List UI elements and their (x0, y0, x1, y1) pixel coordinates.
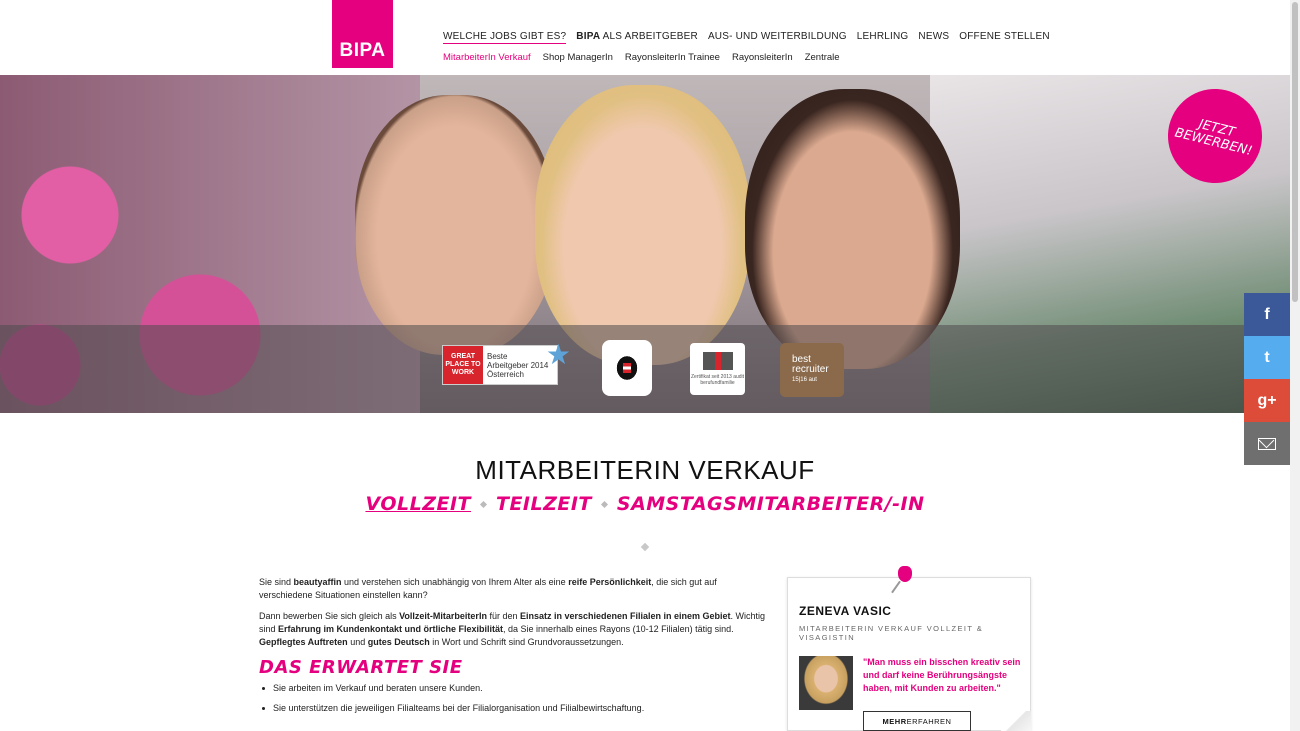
subnav-item-verkauf[interactable]: MitarbeiterIn Verkauf (443, 52, 531, 63)
sub-nav: MitarbeiterIn Verkauf Shop ManagerIn Ray… (443, 52, 840, 63)
nav-label: WELCHE JOBS GIBT ES? (443, 31, 567, 42)
nav-item-offene-stellen[interactable]: OFFENE STELLEN (959, 31, 1050, 44)
text: und (347, 637, 368, 647)
twitter-share-button[interactable]: t (1244, 336, 1290, 379)
beruf-familie-caption: Zertifikat seit 2013 audit berufundfamil… (690, 374, 745, 386)
tab-samstagsmitarbeiter[interactable]: SAMSTAGSMITARBEITER/-IN (617, 493, 925, 515)
subnav-item-rayonsleiter-trainee[interactable]: RayonsleiterIn Trainee (625, 52, 720, 63)
recruiter-line3: 15|16 aut (792, 377, 817, 383)
section-heading: DAS ERWARTET SIE (259, 657, 463, 678)
recruiter-line2: recruiter (792, 364, 829, 375)
intro-paragraph: Sie sind beautyaffin und verstehen sich … (259, 576, 769, 602)
award-best-recruiter: best recruiter 15|16 aut (780, 343, 844, 397)
testimonial-role: MITARBEITERIN VERKAUF VOLLZEIT & VISAGIS… (799, 624, 984, 642)
hero-image: JETZT BEWERBEN! GREAT PLACE TO WORK Best… (0, 75, 1290, 413)
google-plus-share-button[interactable]: g+ (1244, 379, 1290, 422)
nav-label: ALS ARBEITGEBER (600, 31, 698, 42)
testimonial-photo (799, 656, 853, 710)
tab-separator (479, 500, 488, 508)
beruf-familie-logo-icon (702, 352, 733, 370)
subnav-item-shop-manager[interactable]: Shop ManagerIn (543, 52, 613, 63)
duties-list: Sie arbeiten im Verkauf und beraten unse… (259, 682, 769, 715)
text: für den (486, 611, 520, 621)
section-divider (640, 542, 650, 552)
nav-label: AUS- UND WEITERBILDUNG (707, 31, 847, 42)
star-icon: ★ (545, 339, 571, 370)
text: Sie sind (259, 577, 294, 587)
gptw-logo: GREAT PLACE TO WORK (443, 346, 483, 384)
scrollbar-thumb[interactable] (1292, 2, 1298, 302)
text-bold: gutes Deutsch (367, 637, 430, 647)
nav-item-lehrling[interactable]: LEHRLING (857, 31, 909, 44)
text-bold: Einsatz in verschiedenen Filialen in ein… (519, 611, 731, 621)
nav-item-weiterbildung[interactable]: AUS- UND WEITERBILDUNG (708, 31, 847, 44)
text-bold: Vollzeit-MitarbeiterIn (399, 611, 487, 621)
page-title: MITARBEITERIN VERKAUF (475, 455, 815, 485)
nav-label: LEHRLING (856, 31, 909, 42)
gptw-text-line: Österreich (487, 369, 524, 379)
austrian-eagle-icon (614, 353, 640, 383)
tab-separator (600, 500, 608, 508)
subnav-item-rayonsleiter[interactable]: RayonsleiterIn (732, 52, 793, 63)
hero-person-center (535, 85, 750, 365)
text: in Wort und Schrift sind Grundvoraussetz… (429, 637, 624, 647)
google-plus-icon: g+ (1257, 391, 1277, 409)
text-bold: beautyaffin (293, 577, 342, 587)
text: , da Sie innerhalb eines Rayons (10-12 F… (503, 624, 734, 634)
gptw-text-line: Arbeitgeber 2014 (487, 360, 549, 370)
nav-item-news[interactable]: NEWS (918, 31, 949, 44)
text-bold: Gepflegtes Auftreten (259, 637, 348, 647)
scrollbar[interactable] (1290, 0, 1300, 731)
testimonial-name: ZENEVA VASIC (799, 604, 892, 618)
text: und verstehen sich unabhängig von Ihrem … (341, 577, 569, 587)
page-curl (1001, 711, 1031, 731)
job-description: Sie sind beautyaffin und verstehen sich … (259, 576, 769, 722)
more-info-button[interactable]: MEHR ERFAHREN (863, 711, 971, 731)
text: Dann bewerben Sie sich gleich als (259, 611, 400, 621)
award-austria-coat-of-arms (602, 340, 652, 396)
button-label: ERFAHREN (906, 716, 952, 726)
mail-icon (1258, 437, 1276, 450)
subnav-item-zentrale[interactable]: Zentrale (805, 52, 840, 63)
tab-teilzeit[interactable]: TEILZEIT (496, 493, 592, 515)
gptw-text: Beste Arbeitgeber 2014 Österreich (483, 352, 548, 379)
bipa-logo[interactable]: BIPA (332, 0, 393, 68)
logo-text: BIPA (339, 40, 386, 61)
nav-label-bold: BIPA (576, 31, 601, 42)
nav-label: NEWS (918, 31, 950, 42)
facebook-share-button[interactable]: f (1244, 293, 1290, 336)
testimonial-quote: "Man muss ein bisschen kreativ sein und … (863, 657, 1021, 693)
pushpin-icon (891, 566, 915, 596)
main-nav: WELCHE JOBS GIBT ES? BIPA ALS ARBEITGEBE… (443, 31, 1050, 44)
twitter-icon: t (1264, 348, 1270, 366)
header: BIPA WELCHE JOBS GIBT ES? BIPA ALS ARBEI… (0, 0, 1290, 75)
nav-label: OFFENE STELLEN (959, 31, 1050, 42)
hero-person-left (355, 95, 555, 355)
award-beruf-und-familie: Zertifikat seit 2013 audit berufundfamil… (690, 343, 745, 395)
requirements-paragraph: Dann bewerben Sie sich gleich als Vollze… (259, 610, 769, 649)
gptw-text-line: Beste (487, 351, 508, 361)
testimonial-card: ZENEVA VASIC MITARBEITERIN VERKAUF VOLLZ… (787, 577, 1031, 731)
list-item: Sie arbeiten im Verkauf und beraten unse… (259, 682, 769, 695)
button-label-bold: MEHR (882, 716, 907, 726)
tab-vollzeit[interactable]: VOLLZEIT (365, 493, 471, 515)
facebook-icon: f (1264, 305, 1270, 323)
award-great-place-to-work: GREAT PLACE TO WORK Beste Arbeitgeber 20… (442, 339, 571, 385)
employment-type-tabs: VOLLZEIT TEILZEIT SAMSTAGSMITARBEITER/-I… (0, 493, 1290, 515)
text-bold: reife Persönlichkeit (568, 577, 652, 587)
nav-item-arbeitgeber[interactable]: BIPA ALS ARBEITGEBER (576, 31, 698, 44)
list-item: Sie unterstützen die jeweiligen Filialte… (259, 702, 769, 715)
nav-item-jobs[interactable]: WELCHE JOBS GIBT ES? (443, 31, 567, 44)
text-bold: Erfahrung im Kundenkontakt und örtliche … (278, 624, 504, 634)
